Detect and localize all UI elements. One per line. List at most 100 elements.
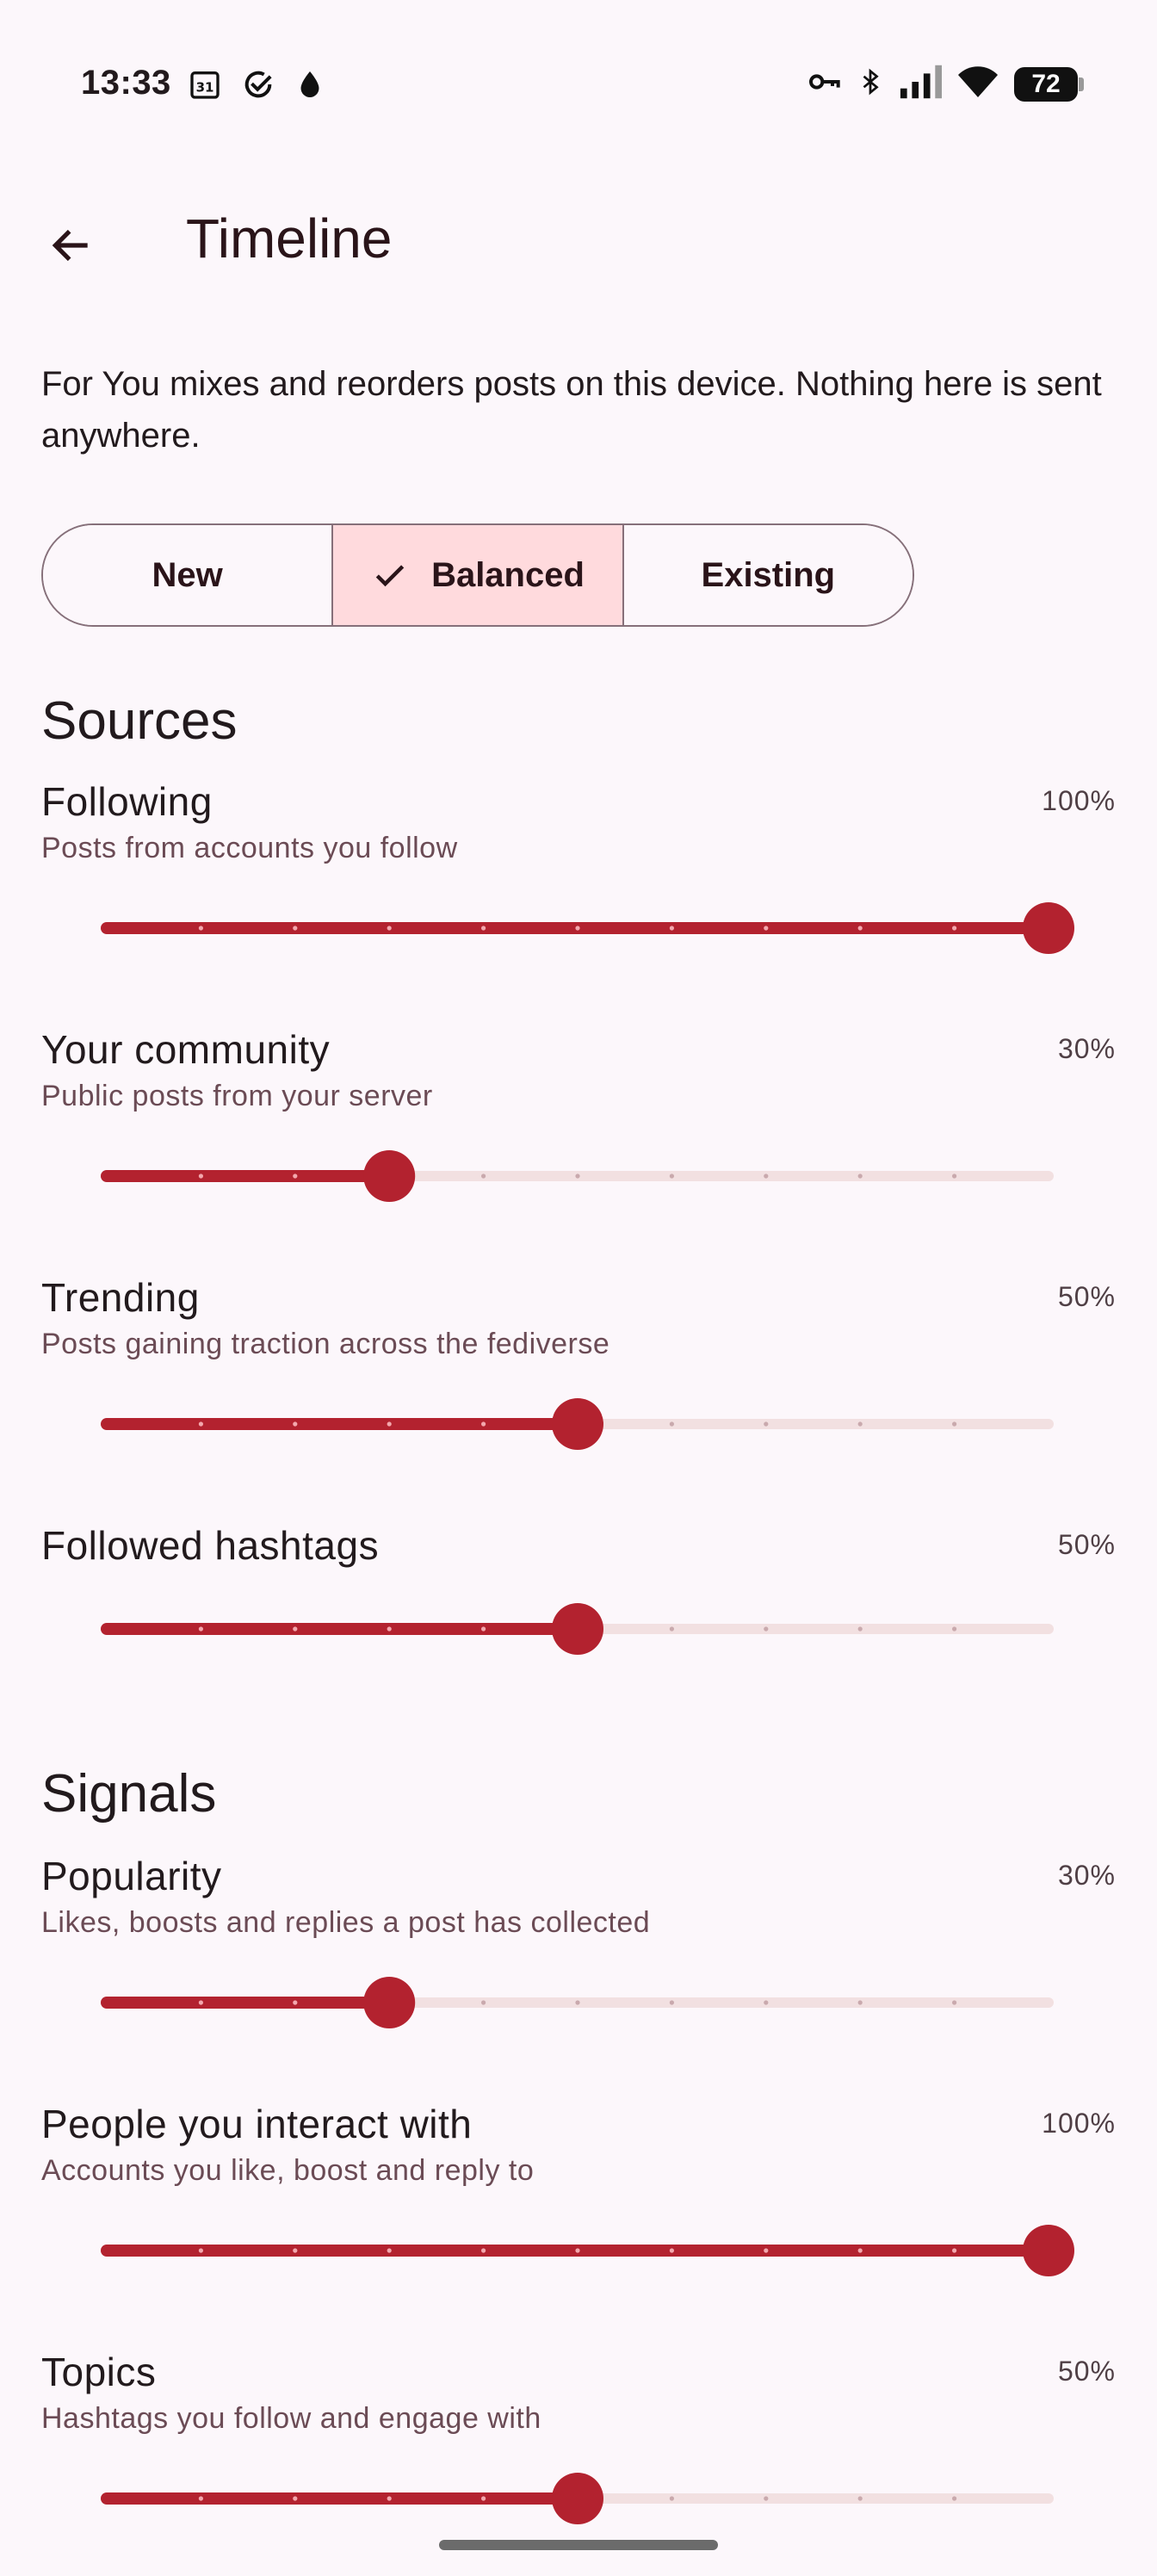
- slider-tick-mark: [198, 2248, 203, 2253]
- slider-tick-mark: [198, 1421, 203, 1427]
- slider-tick-mark: [669, 1421, 675, 1427]
- calendar-icon: 31: [188, 67, 222, 106]
- setting-name: Popularity: [41, 1854, 222, 1898]
- setting-description: Posts gaining traction across the fedive…: [41, 1328, 610, 1360]
- slider-tick-mark: [481, 926, 486, 931]
- slider-tick-mark: [293, 1626, 298, 1632]
- mode-balanced-label: Balanced: [431, 555, 585, 594]
- page-title: Timeline: [186, 207, 393, 269]
- setting-name: Followed hashtags: [41, 1523, 380, 1568]
- slider-tick-mark: [764, 1173, 769, 1179]
- setting-value: 30%: [1057, 1033, 1116, 1064]
- battery-icon: 72: [1014, 66, 1084, 102]
- following-slider[interactable]: [0, 894, 1157, 963]
- people-you-interact-with-slider[interactable]: [0, 2216, 1157, 2285]
- section-title-signals: Signals: [41, 1764, 217, 1824]
- slider-tick-mark: [481, 1421, 486, 1427]
- mode-existing-button[interactable]: Existing: [622, 525, 913, 625]
- slider-tick-mark: [669, 2496, 675, 2501]
- mode-new-button[interactable]: New: [43, 525, 332, 625]
- slider-tick-mark: [669, 1626, 675, 1632]
- status-time: 13:33: [81, 64, 171, 102]
- slider-tick-mark: [575, 2248, 580, 2253]
- slider-tick-mark: [293, 2248, 298, 2253]
- bluetooth-icon: [857, 64, 883, 104]
- status-bar: 13:33 31 72: [0, 0, 1157, 172]
- section-title-sources: Sources: [41, 691, 238, 751]
- slider-tick-mark: [481, 2000, 486, 2005]
- drop-icon: [294, 67, 325, 106]
- slider-tick-mark: [857, 2248, 863, 2253]
- mode-new-label: New: [152, 555, 223, 594]
- slider-tick-mark: [952, 2000, 957, 2005]
- slider-tick-mark: [764, 926, 769, 931]
- slider-tick-mark: [669, 2248, 675, 2253]
- setting-value: 100%: [1042, 785, 1116, 816]
- popularity-slider[interactable]: [0, 1968, 1157, 2037]
- svg-text:31: 31: [196, 79, 214, 95]
- slider-tick-mark: [387, 2248, 392, 2253]
- slider-tick-mark: [952, 1421, 957, 1427]
- cell-signal-icon: [899, 65, 942, 103]
- setting-value: 50%: [1057, 1529, 1116, 1560]
- slider-tick-mark: [857, 2496, 863, 2501]
- status-left-icons: 31: [188, 67, 325, 106]
- slider-tick-mark: [198, 2000, 203, 2005]
- slider-tick-mark: [387, 2496, 392, 2501]
- slider-tick-mark: [575, 926, 580, 931]
- slider-tick-mark: [764, 2000, 769, 2005]
- slider-thumb: [1023, 902, 1074, 954]
- setting-description: Accounts you like, boost and reply to: [41, 2154, 535, 2187]
- slider-tick-mark: [952, 926, 957, 931]
- slider-tick-mark: [764, 2248, 769, 2253]
- setting-value: 30%: [1057, 1860, 1116, 1891]
- slider-thumb: [552, 1398, 603, 1450]
- slider-tick-mark: [198, 1626, 203, 1632]
- slider-tick-mark: [198, 926, 203, 931]
- back-button[interactable]: [34, 208, 108, 282]
- slider-tick-mark: [481, 2248, 486, 2253]
- arrow-back-icon: [52, 229, 88, 262]
- setting-description: Likes, boosts and replies a post has col…: [41, 1906, 651, 1939]
- setting-name: Topics: [41, 2350, 157, 2394]
- trending-slider[interactable]: [0, 1390, 1157, 1458]
- slider-tick-mark: [952, 2248, 957, 2253]
- slider-tick-mark: [198, 1173, 203, 1179]
- setting-name: People you interact with: [41, 2102, 473, 2146]
- mode-segmented-button: New Balanced Existing: [41, 523, 914, 627]
- vpn-key-icon: [806, 65, 842, 103]
- slider-tick-mark: [952, 1626, 957, 1632]
- slider-tick-mark: [669, 2000, 675, 2005]
- topics-slider[interactable]: [0, 2464, 1157, 2533]
- status-right-icons: 72: [806, 64, 1084, 104]
- followed-hashtags-slider[interactable]: [0, 1595, 1157, 1663]
- gesture-nav-handle[interactable]: [439, 2540, 718, 2550]
- slider-thumb: [363, 1977, 416, 2028]
- check-icon: [371, 556, 409, 594]
- slider-tick-mark: [764, 1626, 769, 1632]
- slider-tick-mark: [857, 1421, 863, 1427]
- settings-content[interactable]: For You mixes and reorders posts on this…: [0, 315, 1157, 2576]
- slider-tick-mark: [857, 1173, 863, 1179]
- your-community-slider[interactable]: [0, 1142, 1157, 1211]
- mode-balanced-button[interactable]: Balanced: [331, 525, 622, 625]
- setting-name: Following: [41, 779, 213, 824]
- slider-thumb: [552, 2473, 603, 2524]
- setting-description: Public posts from your server: [41, 1080, 433, 1112]
- setting-name: Trending: [41, 1275, 200, 1320]
- slider-tick-mark: [293, 2000, 298, 2005]
- app-bar: Timeline: [0, 172, 1157, 315]
- check-circle-icon: [241, 67, 275, 106]
- slider-tick-mark: [764, 1421, 769, 1427]
- slider-tick-mark: [857, 1626, 863, 1632]
- slider-thumb: [552, 1603, 603, 1655]
- slider-tick-mark: [387, 1421, 392, 1427]
- setting-description: Hashtags you follow and engage with: [41, 2402, 541, 2435]
- slider-tick-mark: [575, 2000, 580, 2005]
- slider-tick-mark: [481, 1626, 486, 1632]
- slider-tick-mark: [293, 2496, 298, 2501]
- slider-tick-mark: [293, 926, 298, 931]
- slider-tick-mark: [293, 1173, 298, 1179]
- slider-tick-mark: [575, 1173, 580, 1179]
- wifi-icon: [957, 65, 999, 103]
